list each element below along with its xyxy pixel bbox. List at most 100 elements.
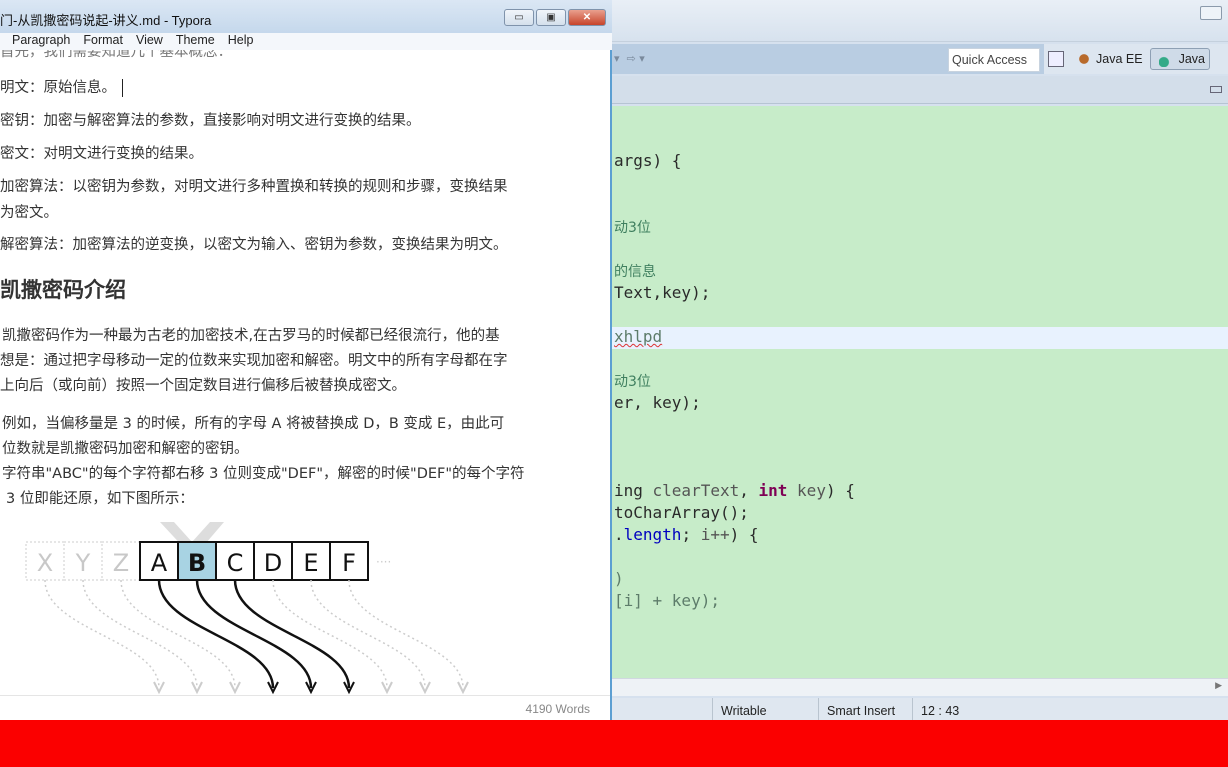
perspective-switcher: Java EE Java xyxy=(1044,44,1228,74)
code-token: 的信息 xyxy=(614,264,656,280)
definition-encryption: 加密算法：以密钥为参数，对明文进行多种置换和转换的规则和步骤，变换结果 xyxy=(0,179,508,195)
code-token: [i] + key); xyxy=(614,591,720,610)
code-line: xhlpd xyxy=(614,326,855,348)
definition-decryption: 解密算法：加密算法的逆变换，以密文为输入、密钥为参数，变换结果为明文。 xyxy=(0,237,508,253)
perspective-label: Java EE xyxy=(1096,52,1143,66)
code-token: toCharArray(); xyxy=(614,503,749,522)
definition-plaintext: 明文：原始信息。 xyxy=(0,76,123,97)
definition-key: 密钥：加密与解密算法的参数，直接影响对明文进行变换的结果。 xyxy=(0,113,421,129)
code-line: er, key); xyxy=(614,392,855,414)
code-token: ) { xyxy=(825,481,855,500)
ellipsis: ···· xyxy=(376,555,391,569)
faded-letter: Y xyxy=(75,549,91,577)
code-token: clearText xyxy=(652,481,740,500)
code-token: ) xyxy=(614,569,624,588)
faded-letter: Z xyxy=(113,549,129,577)
horizontal-scrollbar[interactable]: ▶ xyxy=(612,678,1228,696)
paragraph-line: 3 位即能还原，如下图所示： xyxy=(6,491,194,507)
close-button[interactable]: ✕ xyxy=(568,9,606,26)
paragraph-line: 位数就是凯撒密码加密和解密的密钥。 xyxy=(2,441,249,457)
code-editor[interactable]: args) { 动3位 的信息 Text,key); xhlpd 动3位 er, k… xyxy=(612,106,1228,678)
partial-line: 首先，我们需要知道几个基本概念： xyxy=(0,50,232,60)
minimize-view-button[interactable] xyxy=(1210,86,1222,93)
code-token: xhlpd xyxy=(614,327,663,346)
paragraph-line: 凯撒密码作为一种最为古老的加密技术,在古罗马的时候都已经很流行，他的基 xyxy=(2,328,500,344)
java-ee-icon xyxy=(1076,51,1092,67)
code-token: 动3位 xyxy=(614,220,651,236)
code-token: 动3位 xyxy=(614,374,651,390)
code-text: args) { 动3位 的信息 Text,key); xhlpd 动3位 er, k… xyxy=(614,106,855,612)
quick-access-input[interactable]: Quick Access xyxy=(948,48,1040,72)
paragraph-line: 例如，当偏移量是 3 的时候，所有的字母 A 将被替换成 D，B 变成 E，由此… xyxy=(2,416,505,432)
window-title: 门-从凯撒密码说起-讲义.md - Typora xyxy=(0,13,212,28)
code-line: 的信息 xyxy=(614,260,855,282)
word-count: 4190 Words xyxy=(525,702,590,716)
perspective-java-ee[interactable]: Java EE xyxy=(1068,49,1147,69)
letter: A xyxy=(151,549,168,577)
code-line: 动3位 xyxy=(614,370,855,392)
menu-format[interactable]: Format xyxy=(83,33,123,50)
code-token: ing xyxy=(614,481,653,500)
status-insert-mode: Smart Insert xyxy=(818,698,912,720)
caesar-shift-diagram: X Y Z A B C D E F ···· xyxy=(25,522,469,695)
menu-view[interactable]: View xyxy=(136,33,163,50)
code-token: , xyxy=(739,481,759,500)
code-line: toCharArray(); xyxy=(614,502,855,524)
faded-letter: X xyxy=(37,549,53,577)
code-token: Text,key); xyxy=(614,283,711,302)
open-perspective-icon[interactable] xyxy=(1048,51,1064,67)
menu-help[interactable]: Help xyxy=(228,33,254,50)
menu-bar: Paragraph Format View Theme Help xyxy=(0,33,612,50)
code-token: ) { xyxy=(729,525,759,544)
code-line: Text,key); xyxy=(614,282,855,304)
code-line: ing clearText, int key) { xyxy=(614,480,855,502)
scroll-right-icon[interactable]: ▶ xyxy=(1215,681,1222,691)
editor-tab-bar xyxy=(612,76,1228,104)
perspective-label: Java xyxy=(1178,52,1205,66)
status-cursor-position: 12 : 43 xyxy=(912,698,1012,720)
minimize-button[interactable] xyxy=(1200,6,1222,20)
code-line: 动3位 xyxy=(614,216,855,238)
letter: B xyxy=(188,549,206,577)
code-line: ) xyxy=(614,568,855,590)
minimize-button[interactable]: ▭ xyxy=(504,9,534,26)
menu-theme[interactable]: Theme xyxy=(176,33,215,50)
code-line: args) { xyxy=(614,150,855,172)
code-line: [i] + key); xyxy=(614,590,855,612)
code-token: ; xyxy=(681,525,701,544)
eclipse-toolbar: ▾ ⇨ ▾ Quick Access Java EE Java xyxy=(612,44,1228,74)
code-token: key xyxy=(797,481,826,500)
letter: C xyxy=(227,549,244,577)
code-token: int xyxy=(758,481,788,500)
eclipse-window: ▾ ⇨ ▾ Quick Access Java EE Java args) { … xyxy=(612,0,1228,720)
section-heading: 凯撒密码介绍 xyxy=(0,277,126,302)
faded-shift-arrow xyxy=(44,579,160,689)
definition-encryption-cont: 为密文。 xyxy=(0,205,58,221)
status-writable: Writable xyxy=(712,698,818,720)
maximize-button[interactable]: ▣ xyxy=(536,9,566,26)
document-body[interactable]: 首先，我们需要知道几个基本概念： 明文：原始信息。 密钥：加密与解密算法的参数，… xyxy=(0,50,600,695)
menu-paragraph[interactable]: Paragraph xyxy=(12,33,70,50)
definition-ciphertext: 密文：对明文进行变换的结果。 xyxy=(0,146,203,162)
paragraph-line: 想是：通过把字母移动一定的位数来实现加密和解密。明文中的所有字母都在字 xyxy=(0,353,508,369)
typora-window: 门-从凯撒密码说起-讲义.md - Typora ▭ ▣ ✕ Paragraph… xyxy=(0,0,612,720)
code-token: i++ xyxy=(700,525,730,544)
code-token: er, key); xyxy=(614,393,701,412)
code-token: length xyxy=(623,525,682,544)
perspective-java[interactable]: Java xyxy=(1149,48,1210,70)
forward-nav-icon[interactable]: ▾ ⇨ ▾ xyxy=(614,52,645,65)
eclipse-status-bar: Writable Smart Insert 12 : 43 xyxy=(612,698,1228,720)
paragraph-line: 上向后（或向前）按照一个固定数目进行偏移后被替换成密文。 xyxy=(0,378,406,394)
letter: F xyxy=(342,549,356,577)
